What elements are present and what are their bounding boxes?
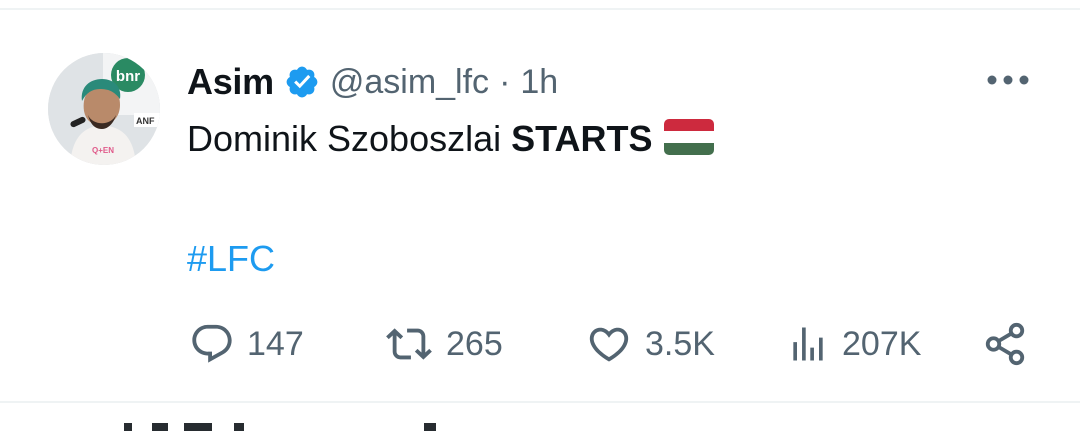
hungary-flag-icon <box>664 119 715 156</box>
tweet-actions: 147 265 3.5K 207K <box>0 314 1080 374</box>
like-count: 3.5K <box>645 324 715 363</box>
tweet-text-bold: STARTS <box>511 118 653 159</box>
repost-button[interactable]: 265 <box>384 314 503 374</box>
reply-icon <box>192 324 232 363</box>
more-horizontal-icon <box>987 75 1029 85</box>
hashtag-link[interactable]: #LFC <box>187 233 275 285</box>
tweet-text: Dominik Szoboszlai STARTS <box>187 113 715 165</box>
author-display-name[interactable]: Asim <box>187 61 274 103</box>
author-handle[interactable]: @asim_lfc <box>330 63 489 102</box>
tweet-text-plain: Dominik Szoboszlai <box>187 118 512 159</box>
avatar-logo-text: bnr <box>116 68 140 85</box>
repost-icon <box>386 328 432 360</box>
heart-icon <box>589 327 629 362</box>
share-button[interactable] <box>982 314 1028 374</box>
avatar[interactable]: bnr ANF Q+EN <box>48 53 160 165</box>
tweet-header: Asim @asim_lfc · 1h <box>187 60 558 104</box>
next-tweet-preview <box>0 403 1080 433</box>
repost-count: 265 <box>446 324 503 363</box>
views-count: 207K <box>842 324 922 363</box>
tweet-card[interactable]: bnr ANF Q+EN Asim @asim_lfc · 1h Dominik… <box>0 10 1080 402</box>
header-separator: · <box>499 62 511 101</box>
more-options-button[interactable] <box>982 62 1034 98</box>
like-button[interactable]: 3.5K <box>585 314 715 374</box>
svg-text:ANF: ANF <box>136 116 155 126</box>
tweet-timestamp[interactable]: 1h <box>520 63 558 102</box>
share-icon <box>985 322 1025 366</box>
svg-text:Q+EN: Q+EN <box>92 146 114 155</box>
avatar-image: bnr ANF Q+EN <box>48 53 160 165</box>
verified-badge-icon[interactable] <box>284 64 320 100</box>
reply-count: 147 <box>247 324 304 363</box>
next-tweet-text-fragment <box>124 423 444 431</box>
views-icon <box>793 327 823 361</box>
reply-button[interactable]: 147 <box>189 314 304 374</box>
views-button[interactable]: 207K <box>786 314 921 374</box>
